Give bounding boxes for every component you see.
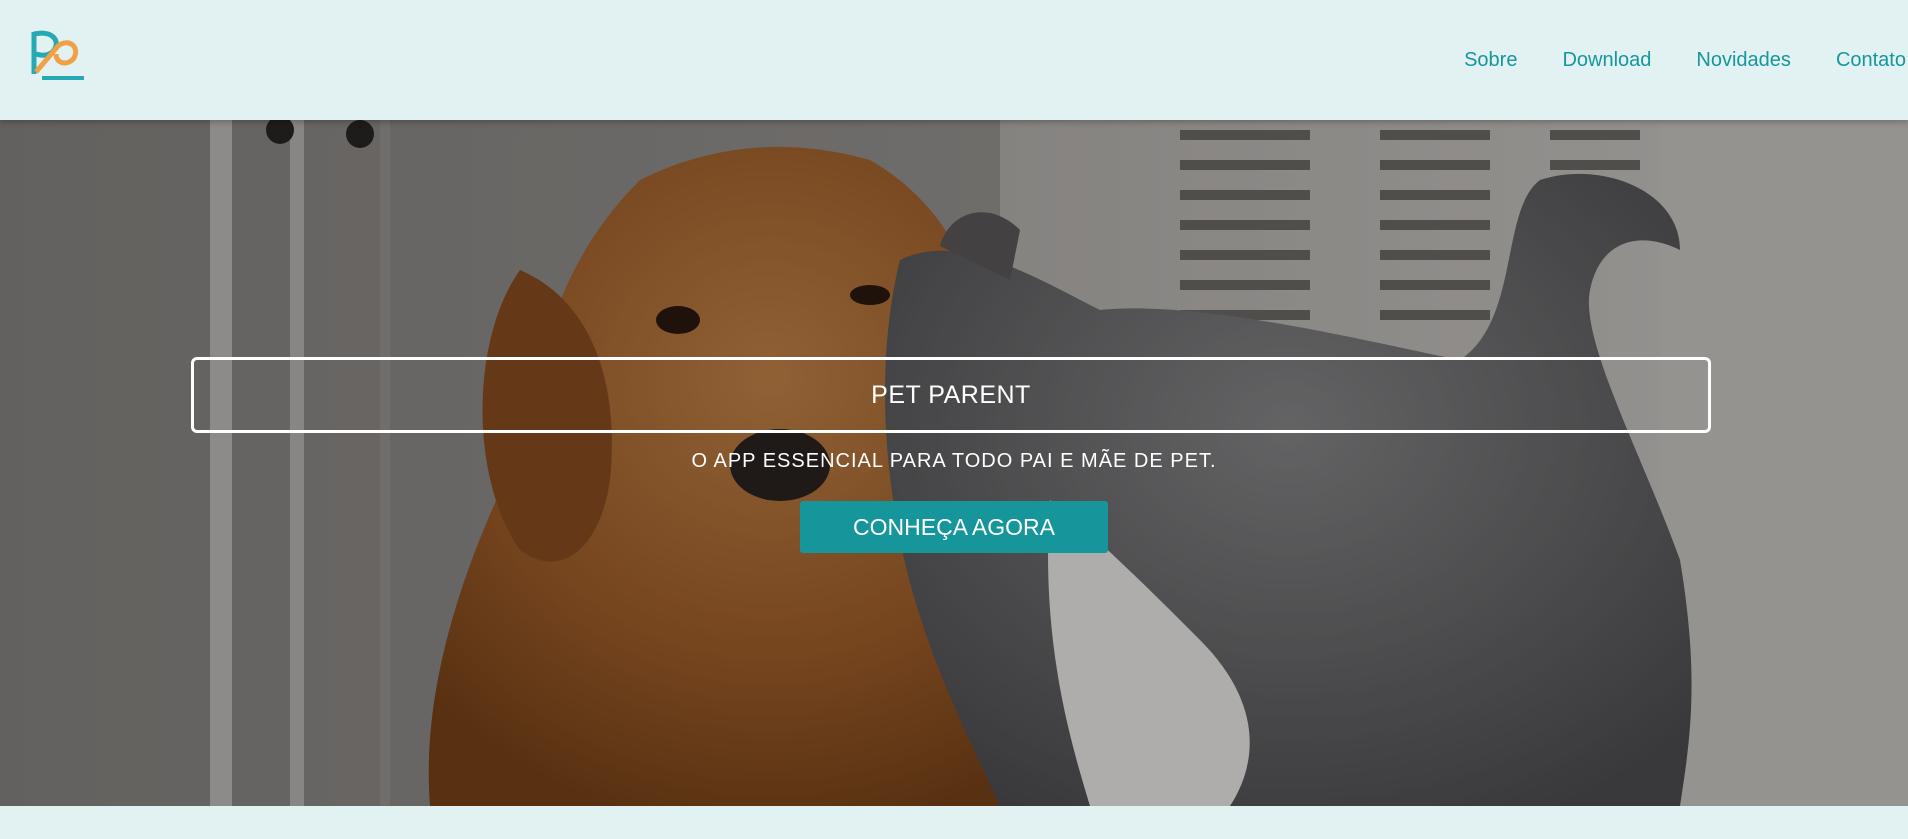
hero-section: PET PARENT O APP ESSENCIAL PARA TODO PAI… [0, 120, 1908, 806]
landing-page: Sobre Download Novidades Contato PET PAR… [0, 0, 1908, 839]
hero-subtitle: O APP ESSENCIAL PARA TODO PAI E MÃE DE P… [691, 450, 1217, 472]
nav-contato[interactable]: Contato [1836, 49, 1906, 72]
next-section-strip [0, 806, 1908, 839]
pet-parent-logo-icon[interactable] [28, 28, 88, 88]
nav-download[interactable]: Download [1562, 49, 1651, 72]
conheca-agora-button[interactable]: CONHEÇA AGORA [800, 501, 1108, 553]
hero-title: PET PARENT [191, 357, 1711, 433]
main-nav: Sobre Download Novidades Contato [1464, 0, 1908, 120]
nav-novidades[interactable]: Novidades [1696, 49, 1791, 72]
nav-sobre[interactable]: Sobre [1464, 49, 1517, 72]
site-header: Sobre Download Novidades Contato [0, 0, 1908, 120]
